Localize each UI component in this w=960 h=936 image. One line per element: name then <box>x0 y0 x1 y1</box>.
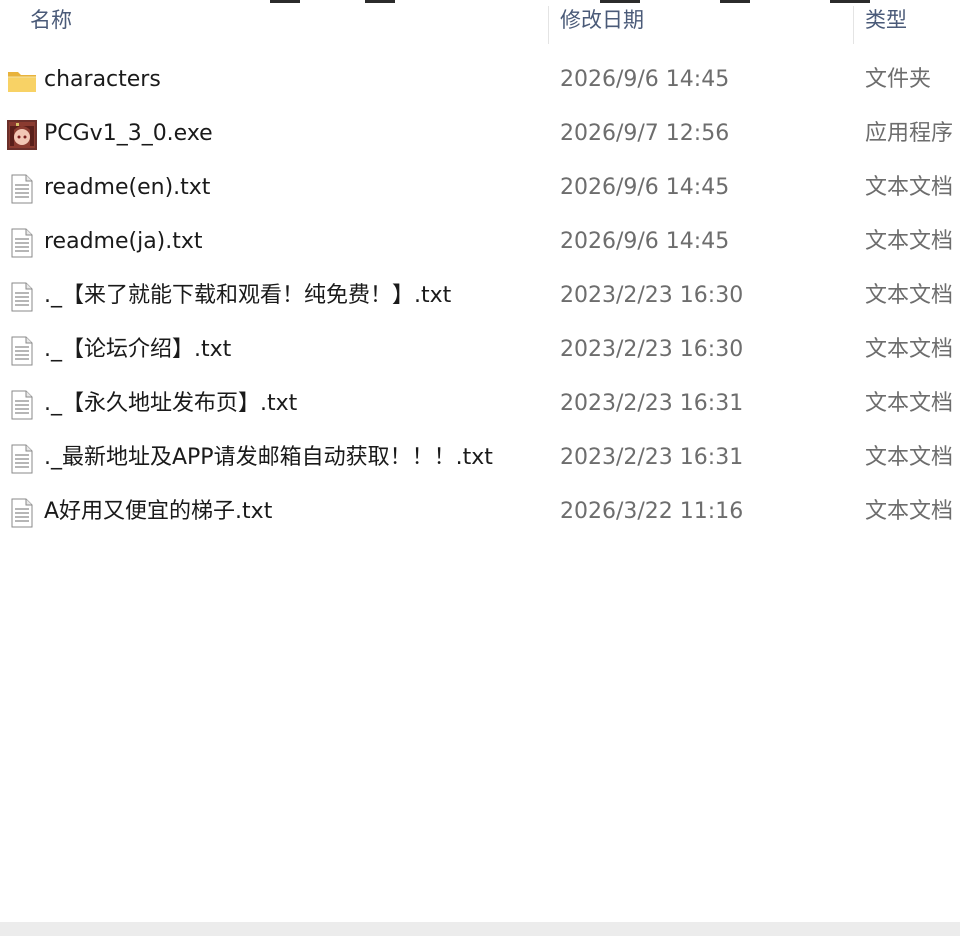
app-icon <box>7 120 37 150</box>
file-type: 应用程序 <box>865 121 954 146</box>
text-file-icon <box>7 228 37 258</box>
file-type: 文本文档 <box>865 283 954 308</box>
file-row-readme-en[interactable]: readme(en).txt 2026/9/6 14:45 文本文档 <box>0 161 960 215</box>
file-name: ._【论坛介绍】.txt <box>44 337 232 362</box>
file-row-forum-intro[interactable]: ._【论坛介绍】.txt 2023/2/23 16:30 文本文档 <box>0 323 960 377</box>
file-date: 2026/9/7 12:56 <box>560 121 730 146</box>
file-list: characters 2026/9/6 14:45 文件夹 PCGv1_3_0.… <box>0 53 960 539</box>
file-type: 文件夹 <box>865 67 932 92</box>
file-name: ._【来了就能下载和观看！纯免费！】.txt <box>44 283 452 308</box>
column-header-bar: 名称 修改日期 类型 <box>0 0 960 44</box>
file-date: 2023/2/23 16:30 <box>560 283 744 308</box>
file-row-permanent-address[interactable]: ._【永久地址发布页】.txt 2023/2/23 16:31 文本文档 <box>0 377 960 431</box>
file-row-free-download[interactable]: ._【来了就能下载和观看！纯免费！】.txt 2023/2/23 16:30 文… <box>0 269 960 323</box>
file-type: 文本文档 <box>865 229 954 254</box>
column-header-type[interactable]: 类型 <box>865 4 907 40</box>
file-date: 2026/9/6 14:45 <box>560 175 730 200</box>
file-type: 文本文档 <box>865 337 954 362</box>
file-name: PCGv1_3_0.exe <box>44 121 213 146</box>
text-file-icon <box>7 282 37 312</box>
file-row-latest-address[interactable]: ._最新地址及APP请发邮箱自动获取！！！.txt 2023/2/23 16:3… <box>0 431 960 485</box>
file-type: 文本文档 <box>865 175 954 200</box>
file-row-readme-ja[interactable]: readme(ja).txt 2026/9/6 14:45 文本文档 <box>0 215 960 269</box>
text-file-icon <box>7 498 37 528</box>
column-divider[interactable] <box>548 6 549 44</box>
file-type: 文本文档 <box>865 391 954 416</box>
column-header-date[interactable]: 修改日期 <box>560 4 644 40</box>
text-file-icon <box>7 390 37 420</box>
text-file-icon <box>7 174 37 204</box>
file-row-exe[interactable]: PCGv1_3_0.exe 2026/9/7 12:56 应用程序 <box>0 107 960 161</box>
file-name: ._最新地址及APP请发邮箱自动获取！！！.txt <box>44 445 493 470</box>
file-date: 2023/2/23 16:31 <box>560 445 744 470</box>
folder-icon <box>7 66 37 96</box>
file-type: 文本文档 <box>865 499 954 524</box>
text-file-icon <box>7 336 37 366</box>
column-divider[interactable] <box>853 6 854 44</box>
file-date: 2023/2/23 16:31 <box>560 391 744 416</box>
file-row-ladder[interactable]: A好用又便宜的梯子.txt 2026/3/22 11:16 文本文档 <box>0 485 960 539</box>
file-date: 2026/9/6 14:45 <box>560 67 730 92</box>
file-name: readme(ja).txt <box>44 229 203 254</box>
file-name: characters <box>44 67 161 92</box>
text-file-icon <box>7 444 37 474</box>
file-name: ._【永久地址发布页】.txt <box>44 391 298 416</box>
file-type: 文本文档 <box>865 445 954 470</box>
column-header-name[interactable]: 名称 <box>30 4 72 40</box>
top-strip <box>0 0 960 3</box>
file-date: 2023/2/23 16:30 <box>560 337 744 362</box>
file-date: 2026/9/6 14:45 <box>560 229 730 254</box>
file-row-characters[interactable]: characters 2026/9/6 14:45 文件夹 <box>0 53 960 107</box>
file-date: 2026/3/22 11:16 <box>560 499 744 524</box>
horizontal-scrollbar[interactable] <box>0 922 960 936</box>
file-name: readme(en).txt <box>44 175 211 200</box>
file-name: A好用又便宜的梯子.txt <box>44 499 273 524</box>
